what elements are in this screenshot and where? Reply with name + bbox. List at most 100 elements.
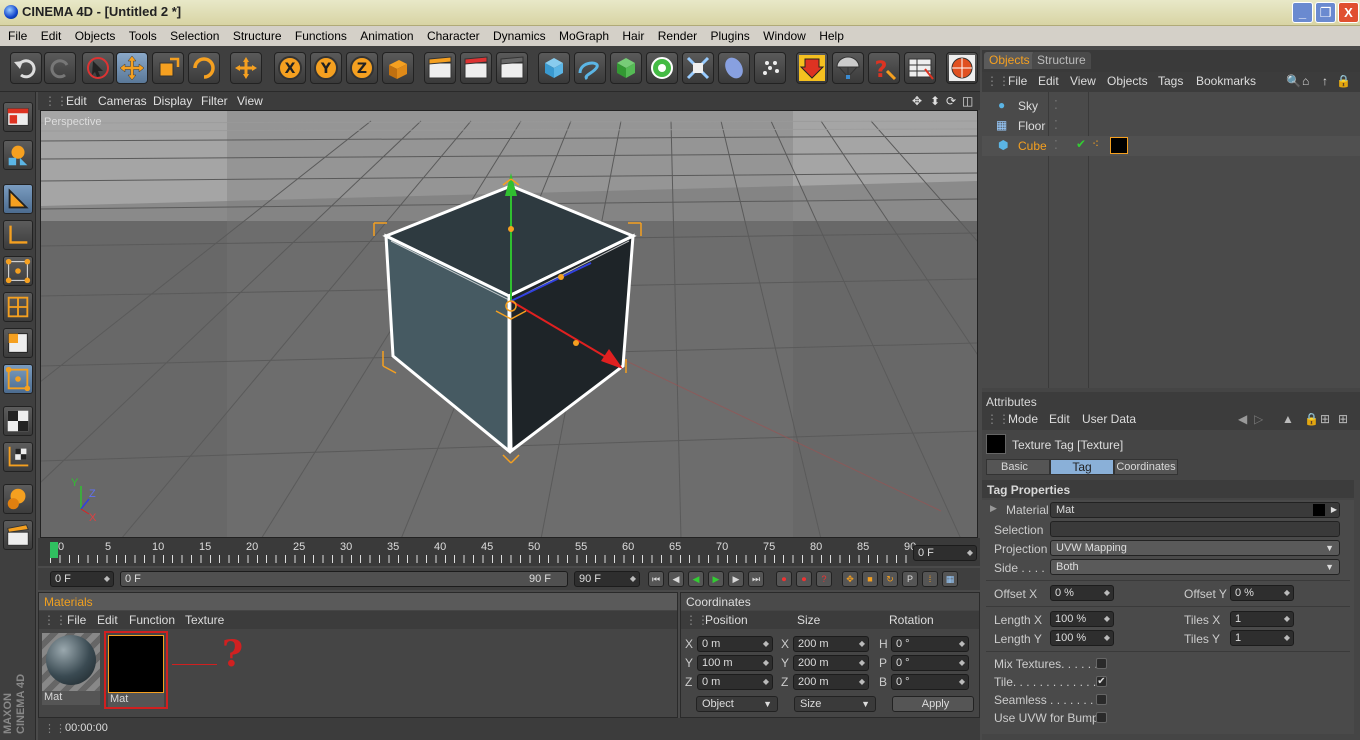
up-arrow-icon[interactable]: ▲ <box>1282 412 1294 426</box>
go-to-end-icon[interactable]: ⏭ <box>748 571 764 587</box>
menu-render[interactable]: Render <box>650 26 697 43</box>
timeline[interactable]: 0 5 10 15 20 25 30 35 40 45 50 55 60 65 70 75 80 85 90 0 F… <box>38 538 980 566</box>
attributes-new-icon[interactable]: ⊞ <box>1320 412 1330 426</box>
coordinate-mode-dropdown[interactable]: Object ▼ <box>696 696 778 712</box>
projection-dropdown[interactable]: UVW Mapping ▼ <box>1050 540 1340 556</box>
frame-range-slider[interactable]: 0 F 90 F <box>120 571 568 587</box>
tab-structure[interactable]: Structure <box>1032 52 1091 69</box>
x-axis-lock-icon[interactable]: X <box>274 52 306 84</box>
camera-drop-icon[interactable] <box>796 52 828 84</box>
menu-help[interactable]: Help <box>811 26 844 43</box>
material-expand-icon[interactable]: ▶ <box>990 503 997 514</box>
size-mode-dropdown[interactable]: Size ▼ <box>794 696 876 712</box>
workplane-icon[interactable] <box>3 442 33 472</box>
forward-arrow-icon[interactable]: ▷ <box>1254 412 1263 426</box>
materials-menu-texture[interactable]: Texture <box>185 613 224 627</box>
material-swatch-selected[interactable]: Mat <box>104 631 168 709</box>
objects-menu-view[interactable]: View <box>1070 74 1096 88</box>
key-position-icon[interactable]: ✥ <box>842 571 858 587</box>
tiles-y-field[interactable]: 1 ◆ <box>1230 630 1294 646</box>
objects-menu-file[interactable]: File <box>1008 74 1027 88</box>
menu-functions[interactable]: Functions <box>287 26 347 43</box>
viewport-menu-display[interactable]: Display <box>153 94 192 108</box>
phong-tag-icon[interactable]: ⁖ <box>1092 137 1099 151</box>
coord-size-field[interactable]: 200 m ◆ <box>793 636 869 652</box>
y-axis-lock-icon[interactable]: Y <box>310 52 342 84</box>
menu-mograph[interactable]: MoGraph <box>551 26 609 43</box>
texture-tag-icon[interactable] <box>1110 137 1128 154</box>
table-settings-icon[interactable] <box>904 52 936 84</box>
current-frame-field[interactable]: 0 F ◆ <box>913 545 977 561</box>
render-settings-icon[interactable] <box>496 52 528 84</box>
spline-object-icon[interactable] <box>574 52 606 84</box>
end-frame-field[interactable]: 90 F ◆ <box>574 571 640 587</box>
clapboard-icon[interactable] <box>3 520 33 550</box>
material-link-field[interactable]: Mat ▶ <box>1050 502 1340 518</box>
render-view-icon[interactable] <box>424 52 456 84</box>
particle-icon[interactable] <box>754 52 786 84</box>
autokey-icon[interactable]: ⏺ <box>796 571 812 587</box>
live-selection-icon[interactable] <box>82 52 114 84</box>
nurbs-object-icon[interactable] <box>610 52 642 84</box>
coord-size-field[interactable]: 200 m ◆ <box>793 655 869 671</box>
menu-character[interactable]: Character <box>419 26 480 43</box>
key-rotation-icon[interactable]: ↻ <box>882 571 898 587</box>
menu-tools[interactable]: Tools <box>121 26 157 43</box>
viewport-menu-filter[interactable]: Filter <box>201 94 228 108</box>
material-swatch[interactable]: Mat <box>42 633 100 705</box>
coord-size-field[interactable]: 200 m ◆ <box>793 674 869 690</box>
key-scale-icon[interactable]: ■ <box>862 571 878 587</box>
texture-axis-icon[interactable] <box>3 406 33 436</box>
object-row-sky[interactable]: ● Sky ⁚ <box>982 96 1360 116</box>
play-forward-icon[interactable]: ▶ <box>708 571 724 587</box>
menu-selection[interactable]: Selection <box>162 26 219 43</box>
tab-objects[interactable]: Objects <box>984 52 1035 69</box>
tiles-x-field[interactable]: 1 ◆ <box>1230 611 1294 627</box>
maximize-button[interactable]: ❐ <box>1315 2 1336 23</box>
apply-button[interactable]: Apply <box>892 696 974 712</box>
points-mode-icon[interactable] <box>3 256 33 286</box>
viewport-rotate-icon[interactable]: ⟳ <box>946 94 956 108</box>
object-row-floor[interactable]: ▦ Floor ⁚ <box>982 116 1360 136</box>
web-globe-icon[interactable] <box>946 52 978 84</box>
tile-checkbox[interactable]: ✔ <box>1096 676 1107 687</box>
length-x-field[interactable]: 100 % ◆ <box>1050 611 1114 627</box>
attributes-menu-userdata[interactable]: User Data <box>1082 412 1136 426</box>
materials-menu-function[interactable]: Function <box>129 613 175 627</box>
sculpt-spheres-icon[interactable] <box>3 484 33 514</box>
polygons-mode-icon[interactable] <box>3 328 33 358</box>
minimize-button[interactable]: _ <box>1292 2 1313 23</box>
sky-visibility-dots[interactable]: ⁚ <box>1054 98 1058 112</box>
edges-mode-icon[interactable] <box>3 292 33 322</box>
viewport-maximize-icon[interactable]: ◫ <box>962 94 973 108</box>
materials-menu-file[interactable]: File <box>67 613 86 627</box>
attributes-lock-icon[interactable]: 🔒 <box>1304 412 1319 426</box>
offset-y-field[interactable]: 0 % ◆ <box>1230 585 1294 601</box>
scene-object-icon[interactable] <box>718 52 750 84</box>
coord-position-field[interactable]: 0 m ◆ <box>697 636 773 652</box>
z-axis-lock-icon[interactable]: Z <box>346 52 378 84</box>
attr-tab-tag[interactable]: Tag <box>1050 459 1114 475</box>
scale-icon[interactable] <box>152 52 184 84</box>
start-frame-field[interactable]: 0 F ◆ <box>50 571 114 587</box>
array-object-icon[interactable] <box>646 52 678 84</box>
menu-edit[interactable]: Edit <box>33 26 62 43</box>
mix-textures-checkbox[interactable] <box>1096 658 1107 669</box>
objects-lock-icon[interactable]: 🔒 <box>1336 74 1351 88</box>
coordinate-system-icon[interactable] <box>382 52 414 84</box>
world-axis-icon[interactable] <box>230 52 262 84</box>
objects-menu-objects[interactable]: Objects <box>1107 74 1148 88</box>
objects-menu-tags[interactable]: Tags <box>1158 74 1183 88</box>
cube-object-icon[interactable] <box>538 52 570 84</box>
keyframe-selection-icon[interactable]: ? <box>816 571 832 587</box>
objects-up-icon[interactable]: ↑ <box>1322 74 1328 88</box>
viewport-move-icon[interactable]: ✥ <box>912 94 922 108</box>
viewport-menu-cameras[interactable]: Cameras <box>98 94 147 108</box>
attributes-menu-mode[interactable]: Mode <box>1008 412 1038 426</box>
back-arrow-icon[interactable]: ◀ <box>1238 412 1247 426</box>
floor-visibility-dots[interactable]: ⁚ <box>1054 118 1058 132</box>
deformer-icon[interactable] <box>682 52 714 84</box>
attributes-add-icon[interactable]: ⊞ <box>1338 412 1348 426</box>
axis-mode-icon[interactable] <box>3 220 33 250</box>
rotate-icon[interactable] <box>188 52 220 84</box>
